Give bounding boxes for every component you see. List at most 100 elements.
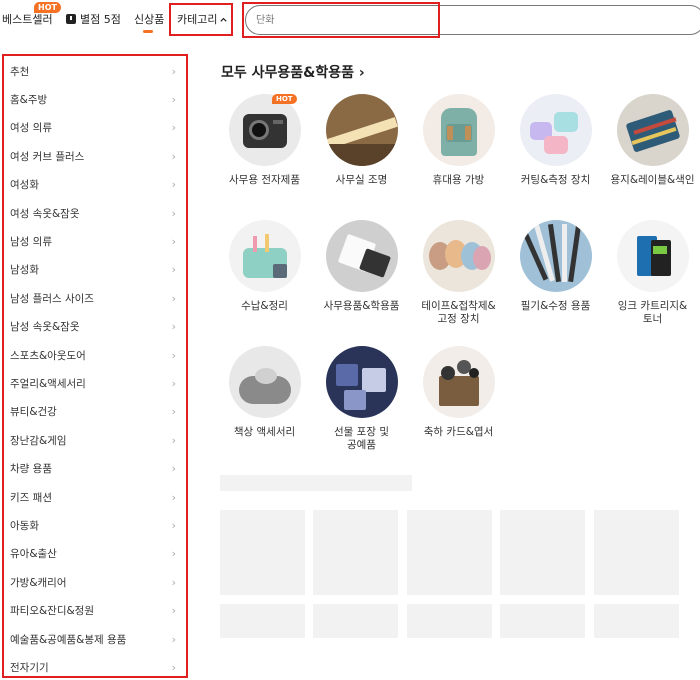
sidebar-item[interactable]: 아동화 › (4, 511, 186, 539)
subcategory-label: 휴대용 가방 (432, 174, 485, 186)
chevron-up-icon (220, 17, 228, 22)
subcategory-label: 잉크 카트리지&토너 (617, 300, 688, 325)
sidebar-item-label: 전자기기 (10, 661, 49, 674)
loading-placeholder-card (594, 604, 679, 638)
sidebar-item-label: 여성 속옷&잠옷 (10, 207, 80, 220)
subcategory-grid: HOT 사무용 전자제품 사무실 조명 휴대용 가방 커팅&측정 장치 용지&레이… (216, 94, 696, 468)
sidebar-item-label: 남성 의류 (10, 236, 52, 249)
subcategory-label: 수납&정리 (241, 300, 288, 312)
subcategory-card[interactable]: 용지&레이블&색인 (604, 94, 700, 216)
organizer-icon (228, 220, 301, 292)
nav-category[interactable]: 카테고리 (177, 11, 228, 27)
sidebar-item-label: 남성 플러스 사이즈 (10, 292, 94, 305)
subcategory-card[interactable]: 사무실 조명 (313, 94, 410, 216)
sidebar-item-label: 뷰티&건강 (10, 406, 57, 419)
chevron-right-icon: › (171, 235, 176, 249)
sidebar-item-label: 추천 (10, 65, 30, 78)
section-title[interactable]: 모두 사무용품&학용품 › (221, 62, 365, 82)
nav-category-label: 카테고리 (177, 13, 218, 26)
sidebar-item[interactable]: 뷰티&건강 › (4, 398, 186, 426)
projector-icon (228, 94, 301, 166)
sidebar-item-label: 장난감&게임 (10, 434, 67, 447)
nav-new-arrivals[interactable]: 신상품 (134, 11, 164, 27)
sidebar-item-label: 차량 용품 (10, 463, 52, 476)
chevron-right-icon: › (171, 206, 176, 220)
subcategory-label: 테이프&접착제&고정 장치 (421, 300, 496, 325)
sidebar-item[interactable]: 여성 의류 › (4, 114, 186, 142)
subcategory-card[interactable]: 책상 액세서리 (216, 346, 313, 468)
chevron-right-icon: › (171, 64, 176, 78)
nav-five-star[interactable]: 별점 5점 (66, 11, 121, 27)
sidebar-item[interactable]: 여성화 › (4, 171, 186, 199)
mousepad-icon (228, 346, 301, 418)
chevron-right-icon: › (171, 433, 176, 447)
subcategory-label: 사무실 조명 (335, 174, 388, 186)
chevron-right-icon: › (171, 348, 176, 362)
sidebar-item[interactable]: 가방&캐리어 › (4, 568, 186, 596)
subcategory-card[interactable]: 커팅&측정 장치 (507, 94, 604, 216)
search-highlight-box (242, 2, 440, 38)
sidebar-item[interactable]: 여성 속옷&잠옷 › (4, 199, 186, 227)
backpack-icon (422, 94, 495, 166)
subcategory-label: 필기&수정 용품 (520, 300, 591, 312)
sidebar-item-label: 키즈 패션 (10, 491, 52, 504)
sidebar-item-label: 남성화 (10, 264, 39, 277)
sidebar-item[interactable]: 추천 › (4, 57, 186, 85)
sidebar-item-label: 파티오&잔디&정원 (10, 605, 94, 618)
sidebar-item-label: 스포츠&아웃도어 (10, 349, 86, 362)
comment-icon (66, 14, 76, 24)
subcategory-label: 사무용 전자제품 (229, 174, 300, 186)
sidebar-item[interactable]: 차량 용품 › (4, 454, 186, 482)
sidebar-item[interactable]: 주얼리&액세서리 › (4, 369, 186, 397)
sidebar-item-label: 여성 의류 (10, 122, 52, 135)
subcategory-card[interactable]: 사무용품&학용품 (313, 220, 410, 342)
subcategory-card[interactable]: 휴대용 가방 (410, 94, 507, 216)
subcategory-card[interactable]: 잉크 카트리지&토너 (604, 220, 700, 342)
nav-bestseller[interactable]: 베스트셀러 (2, 11, 53, 27)
chevron-right-icon: › (171, 263, 176, 277)
sidebar-item[interactable]: 장난감&게임 › (4, 426, 186, 454)
subcategory-label: 축하 카드&엽서 (423, 426, 494, 438)
subcategory-card[interactable]: 필기&수정 용품 (507, 220, 604, 342)
sidebar-item-label: 여성 커브 플러스 (10, 150, 85, 163)
subcategory-label: 책상 액세서리 (233, 426, 296, 438)
chevron-right-icon: › (171, 490, 176, 504)
sidebar-item-label: 예술품&공예품&봉제 용품 (10, 633, 127, 646)
sidebar-item[interactable]: 전자기기 › (4, 653, 186, 680)
sidebar-item-label: 남성 속옷&잠옷 (10, 321, 80, 334)
greeting-card-icon (422, 346, 495, 418)
sidebar-item[interactable]: 키즈 패션 › (4, 483, 186, 511)
chevron-right-icon: › (171, 604, 176, 618)
chevron-right-icon: › (171, 660, 176, 674)
sidebar-item[interactable]: 남성 속옷&잠옷 › (4, 313, 186, 341)
loading-placeholder-card (313, 510, 398, 595)
subcategory-label: 사무용품&학용품 (323, 300, 400, 312)
sidebar-item[interactable]: 파티오&잔디&정원 › (4, 596, 186, 624)
sidebar-item[interactable]: 남성화 › (4, 256, 186, 284)
nav-five-star-label: 별점 5점 (80, 13, 121, 26)
sidebar-item[interactable]: 예술품&공예품&봉제 용품 › (4, 625, 186, 653)
subcategory-card[interactable]: 축하 카드&엽서 (410, 346, 507, 468)
sidebar-item[interactable]: 여성 커브 플러스 › (4, 142, 186, 170)
gift-box-icon (325, 346, 398, 418)
loading-placeholder-card (407, 604, 492, 638)
chevron-right-icon: › (171, 291, 176, 305)
chevron-right-icon: › (171, 518, 176, 532)
category-sidebar: 추천 › 홈&주방 › 여성 의류 › 여성 커브 플러스 › 여성화 › 여성 속옷&잠옷 › 남성 … (2, 54, 188, 678)
sidebar-item[interactable]: 스포츠&아웃도어 › (4, 341, 186, 369)
subcategory-card[interactable]: 선물 포장 및 공예품 (313, 346, 410, 468)
chevron-right-icon: › (171, 93, 176, 107)
sidebar-item[interactable]: 남성 플러스 사이즈 › (4, 284, 186, 312)
chevron-right-icon: › (171, 575, 176, 589)
sidebar-item-label: 여성화 (10, 179, 39, 192)
sidebar-item[interactable]: 홈&주방 › (4, 85, 186, 113)
subcategory-card[interactable]: 테이프&접착제&고정 장치 (410, 220, 507, 342)
loading-placeholder-card (220, 510, 305, 595)
loading-placeholder-card (407, 510, 492, 595)
sidebar-item[interactable]: 남성 의류 › (4, 227, 186, 255)
sidebar-item[interactable]: 유아&출산 › (4, 540, 186, 568)
subcategory-card[interactable]: HOT 사무용 전자제품 (216, 94, 313, 216)
sidebar-item-label: 홈&주방 (10, 94, 48, 107)
subcategory-card[interactable]: 수납&정리 (216, 220, 313, 342)
chevron-right-icon: › (171, 376, 176, 390)
